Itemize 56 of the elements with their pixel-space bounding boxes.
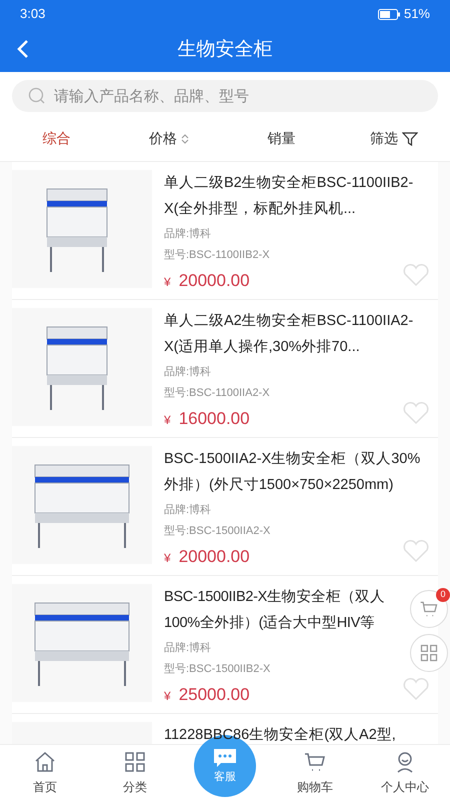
brand-text: 品牌:博科 (164, 365, 212, 380)
search-icon (28, 87, 46, 105)
model-text: 型号:BSC-1500IIB2-X (164, 662, 270, 676)
model-text: 型号:BSC-1100IIA2-X (164, 386, 270, 400)
sort-tab[interactable]: 价格 (112, 128, 225, 149)
nav-tab[interactable]: 首页 (0, 745, 90, 800)
heart-icon (402, 401, 430, 425)
nav-tab[interactable]: 购物车 (270, 745, 360, 800)
product-price: 16000.00 (178, 408, 250, 430)
grid-icon (419, 643, 439, 663)
product-price: 25000.00 (178, 684, 250, 706)
sort-tab[interactable]: 筛选 (338, 128, 450, 149)
product-card[interactable]: BSC-1500IIA2-X生物安全柜（双人30%外排）(外尺寸1500×750×2250mm) 品牌:博科 型号:BSC-1500IIA2-X ¥ 20000.00 (12, 438, 438, 576)
brand-text: 品牌:博科 (164, 641, 212, 656)
favorite-button[interactable] (402, 401, 430, 425)
chat-icon (212, 746, 238, 769)
battery-icon (378, 8, 400, 20)
model-text: 型号:BSC-1500IIA2-X (164, 524, 270, 538)
home-icon (33, 750, 57, 774)
brand-text: 品牌:博科 (164, 227, 212, 242)
heart-icon (402, 677, 430, 701)
favorite-button[interactable] (402, 539, 430, 563)
heart-icon (402, 263, 430, 287)
product-title: BSC-1500IIA2-X生物安全柜（双人30%外排）(外尺寸1500×750×2250mm) (164, 450, 422, 495)
currency-sign: ¥ (164, 274, 171, 292)
sort-tab[interactable]: 综合 (0, 128, 112, 149)
page-title: 生物安全柜 (178, 38, 272, 62)
currency-sign: ¥ (164, 550, 171, 568)
currency-sign: ¥ (164, 688, 171, 706)
product-card[interactable]: 单人二级A2生物安全柜BSC-1100IIA2-X(适用单人操作,30%外排70... 品牌:博科 型号:BSC-1100IIA2-X ¥ 16000.00 (12, 300, 438, 438)
favorite-button[interactable] (402, 677, 430, 701)
nav-tab[interactable]: 分类 (90, 745, 180, 800)
back-button[interactable] (16, 38, 30, 60)
sort-icon (180, 132, 189, 144)
product-price: 20000.00 (178, 270, 250, 292)
model-text: 型号:BSC-1100IIB2-X (164, 248, 270, 262)
currency-sign: ¥ (164, 412, 171, 430)
sort-tab[interactable]: 销量 (225, 128, 338, 149)
product-title: 单人二级A2生物安全柜BSC-1100IIA2-X(适用单人操作,30%外排70... (164, 312, 414, 357)
product-title: 单人二级B2生物安全柜BSC-1100IIB2-X(全外排型，标配外挂风机... (164, 174, 414, 219)
product-card[interactable]: 单人二级B2生物安全柜BSC-1100IIB2-X(全外排型，标配外挂风机... 品牌:博科 型号:BSC-1100IIB2-X ¥ 20000.00 (12, 162, 438, 300)
cart-icon (419, 599, 439, 619)
product-title: BSC-1500IIB2-X生物安全柜（双人100%全外排）(适合大中型HIV等 (164, 588, 386, 633)
grid-icon (123, 750, 147, 774)
status-time: 3:03 (20, 5, 46, 24)
heart-icon (402, 539, 430, 563)
product-card[interactable]: BSC-1500IIB2-X生物安全柜（双人100%全外排）(适合大中型HIV等 品牌:博科 型号:BSC-1500IIB2-X ¥ 25000.00 (12, 576, 438, 714)
search-field[interactable]: 请输入产品名称、品牌、型号 (12, 80, 438, 112)
battery-percent: 51% (404, 5, 430, 24)
product-card[interactable]: 11228BBC86生物安全柜(双人A2型, (12, 714, 438, 744)
brand-text: 品牌:博科 (164, 503, 212, 518)
filter-icon (402, 130, 418, 146)
nav-tab[interactable]: 个人中心 (360, 745, 450, 800)
product-price: 20000.00 (178, 546, 250, 568)
back-icon (16, 38, 30, 60)
favorite-button[interactable] (402, 263, 430, 287)
